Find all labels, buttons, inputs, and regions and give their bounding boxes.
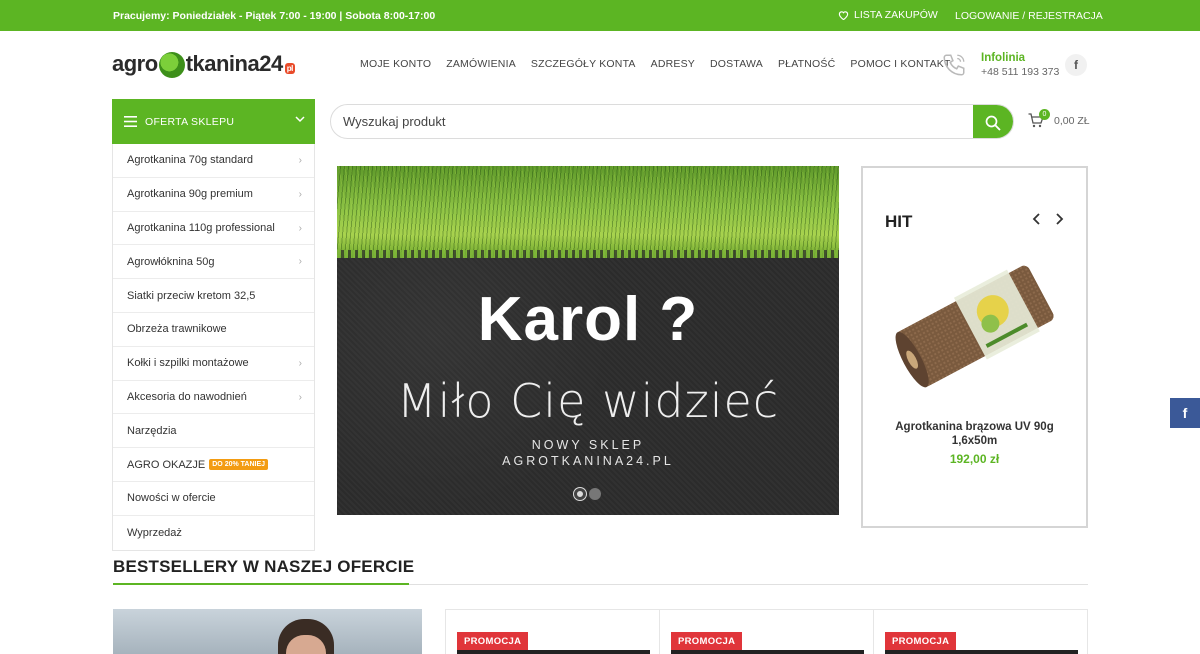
product-image (671, 650, 864, 654)
wishlist-link[interactable]: LISTA ZAKUPÓW (838, 9, 938, 21)
section-divider (113, 583, 1088, 585)
phone-icon (943, 54, 965, 76)
bestsellers-title: BESTSELLERY W NASZEJ OFERCIE (113, 557, 415, 576)
promo-label: PROMOCJA (885, 632, 957, 651)
site-logo[interactable]: agro tkanina24 pl (112, 46, 295, 82)
infolinia-phone: +48 511 193 373 (981, 66, 1060, 78)
nav-platnosc[interactable]: PŁATNOŚĆ (778, 58, 835, 70)
hero-slider[interactable]: Karol ? Miło Cię widzieć NOWY SKLEP AGRO… (337, 166, 839, 515)
hit-product-box: HIT Agrotkanina brązowa UV 90g 1,6x50m 1… (861, 166, 1088, 528)
chevron-right-icon: › (298, 391, 302, 403)
product-image (885, 650, 1078, 654)
category-item[interactable]: Akcesoria do nawodnień › (113, 381, 314, 415)
promo-label: PROMOCJA (671, 632, 743, 651)
category-item[interactable]: Narzędzia (113, 414, 314, 449)
product-card[interactable]: PROMOCJA (873, 609, 1088, 654)
chevron-right-icon: › (298, 256, 302, 268)
category-label: Nowości w ofercie (127, 492, 216, 505)
slide-line-2: AGROTKANINA24.PL (502, 454, 674, 468)
wishlist-label: LISTA ZAKUPÓW (854, 9, 938, 21)
nav-dostawa[interactable]: DOSTAWA (710, 58, 763, 70)
search-input[interactable] (331, 105, 971, 138)
category-label: Siatki przeciw kretom 32,5 (127, 289, 256, 302)
slide-grass-image (337, 166, 839, 258)
nav-moje-konto[interactable]: MOJE KONTO (360, 58, 431, 70)
product-card[interactable]: PROMOCJA (445, 609, 660, 654)
hit-title: HIT (885, 212, 913, 231)
discount-tag: DO 20% TANIEJ (209, 459, 269, 471)
chevron-right-icon: › (298, 357, 302, 369)
hit-navigation (1031, 212, 1065, 226)
arrow-left-icon[interactable] (1031, 212, 1043, 226)
nav-adresy[interactable]: ADRESY (651, 58, 695, 70)
slide-subheadline: Miło Cię widzieć (396, 374, 780, 428)
slider-dot-active[interactable] (574, 488, 586, 500)
logo-badge: pl (284, 62, 295, 74)
logo-ball-icon (158, 52, 185, 78)
search-icon (985, 115, 1001, 131)
category-item[interactable]: Wyprzedaż (113, 516, 314, 550)
search-button[interactable] (973, 105, 1013, 138)
category-label: Agrotkanina 110g professional (127, 221, 275, 234)
arrow-right-icon[interactable] (1053, 212, 1065, 226)
product-image (457, 650, 650, 654)
top-bar: Pracujemy: Poniedziałek - Piątek 7:00 - … (0, 0, 1200, 31)
search-bar (330, 104, 1014, 139)
category-item[interactable]: Agrowłóknina 50g › (113, 245, 314, 280)
category-item[interactable]: Kołki i szpilki montażowe › (113, 347, 314, 381)
chevron-right-icon: › (298, 222, 302, 234)
section-divider-accent (113, 583, 409, 585)
category-item[interactable]: AGRO OKAZJE DO 20% TANIEJ (113, 448, 314, 482)
promo-label: PROMOCJA (457, 632, 529, 651)
slider-dot[interactable] (589, 488, 601, 500)
hit-product-name[interactable]: Agrotkanina brązowa UV 90g 1,6x50m (871, 420, 1078, 448)
heart-icon (838, 11, 849, 20)
menu-icon (124, 116, 137, 127)
infolinia-text: Infolinia +48 511 193 373 (981, 52, 1059, 78)
facebook-icon[interactable]: f (1065, 54, 1087, 76)
logo-text-agro: agro (112, 51, 158, 76)
category-label: Akcesoria do nawodnień (127, 390, 247, 403)
nav-szczegoly-konta[interactable]: SZCZEGÓŁY KONTA (531, 58, 636, 70)
category-label: Narzędzia (127, 424, 177, 437)
cart-widget[interactable]: 0 0,00 ZŁ (1028, 109, 1090, 128)
cart-count: 0 (1039, 109, 1050, 120)
category-list: Agrotkanina 70g standard › Agrotkanina 90… (112, 144, 315, 551)
cart-amount: 0,00 ZŁ (1054, 114, 1090, 127)
category-item[interactable]: Agrotkanina 90g premium › (113, 178, 314, 212)
category-item[interactable]: Nowości w ofercie (113, 482, 314, 516)
main-nav: MOJE KONTO ZAMÓWIENIA SZCZEGÓŁY KONTA AD… (360, 58, 951, 70)
category-item[interactable]: Siatki przeciw kretom 32,5 (113, 279, 314, 313)
infolinia-title: Infolinia (981, 52, 1026, 64)
category-menu-label: OFERTA SKLEPU (145, 115, 235, 128)
slide-line-1: NOWY SKLEP (531, 438, 645, 452)
infolinia[interactable]: Infolinia +48 511 193 373 (941, 52, 1059, 78)
working-hours: Pracujemy: Poniedziałek - Piątek 7:00 - … (113, 10, 436, 22)
slide-headline: Karol ? (477, 285, 699, 354)
hit-product-image[interactable] (889, 250, 1065, 398)
category-menu-button[interactable]: OFERTA SKLEPU (112, 99, 315, 144)
category-label: Obrzeża trawnikowe (127, 323, 227, 336)
login-register-link[interactable]: LOGOWANIE / REJESTRACJA (955, 10, 1103, 22)
category-label: Agrowłóknina 50g (127, 255, 215, 268)
chevron-right-icon: › (298, 188, 302, 200)
chevron-down-icon (295, 116, 305, 123)
nav-zamowienia[interactable]: ZAMÓWIENIA (446, 58, 516, 70)
category-item[interactable]: Agrotkanina 70g standard › (113, 144, 314, 178)
hit-product-price: 192,00 zł (949, 452, 1000, 466)
promo-banner-image[interactable] (113, 609, 422, 654)
category-label: Kołki i szpilki montażowe (127, 357, 249, 370)
logo-text-tkanina: tkanina24 (185, 51, 284, 76)
category-label: Agrotkanina 90g premium (127, 188, 253, 201)
chevron-right-icon: › (298, 155, 302, 166)
product-card[interactable]: PROMOCJA (659, 609, 874, 654)
category-label: AGRO OKAZJE (127, 458, 206, 471)
category-item[interactable]: Agrotkanina 110g professional › (113, 212, 314, 246)
category-label: Wyprzedaż (127, 526, 182, 539)
category-item[interactable]: Obrzeża trawnikowe (113, 313, 314, 347)
nav-pomoc-kontakt[interactable]: POMOC I KONTAKT (850, 58, 950, 70)
slider-pagination (574, 488, 601, 500)
facebook-icon[interactable]: f (1170, 398, 1200, 428)
category-label: Agrotkanina 70g standard (127, 154, 253, 167)
